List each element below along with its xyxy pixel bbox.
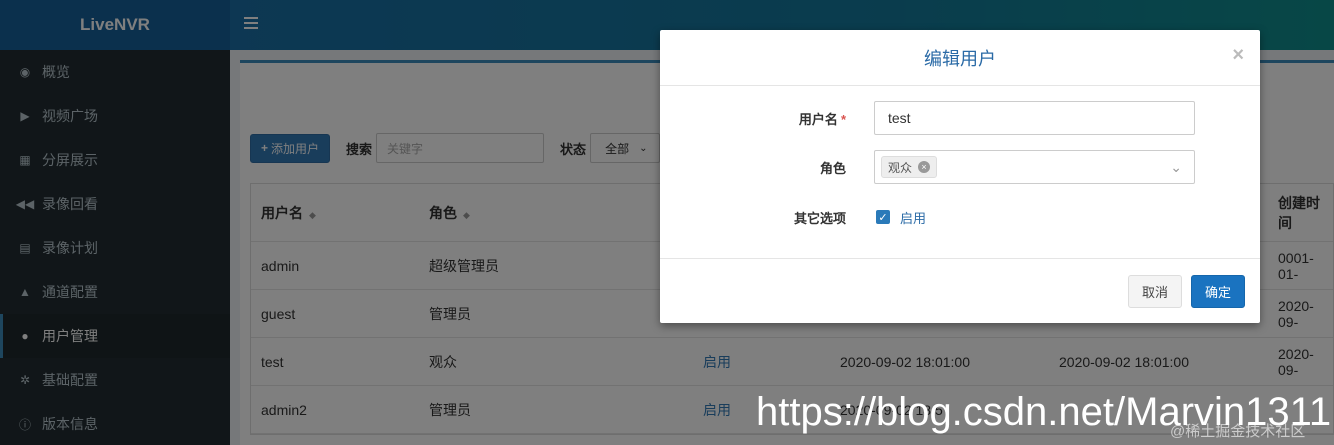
required-marker: *	[840, 111, 846, 127]
cancel-button[interactable]: 取消	[1128, 275, 1182, 308]
modal-footer: 取消 确定	[660, 258, 1260, 323]
enabled-checkbox[interactable]: ✓	[876, 210, 890, 224]
remove-tag-icon[interactable]: ×	[918, 161, 931, 173]
username-label: 用户名 *	[798, 111, 846, 127]
confirm-button[interactable]: 确定	[1191, 275, 1245, 308]
role-tag: 观众 ×	[881, 156, 938, 178]
role-row: 角色 观众 × ⌄	[660, 150, 1260, 184]
modal-title: 编辑用户	[924, 48, 996, 69]
options-row: 其它选项 ✓ 启用	[660, 200, 1260, 234]
role-label: 角色	[819, 160, 846, 176]
enabled-label[interactable]: 启用	[900, 208, 926, 227]
checkmark-icon: ✓	[878, 211, 888, 224]
chevron-down-icon: ⌄	[1170, 159, 1182, 175]
watermark-sub: @稀土掘金技术社区	[1170, 423, 1306, 440]
role-multiselect[interactable]: 观众 × ⌄	[874, 150, 1195, 184]
options-label: 其它选项	[793, 210, 846, 226]
username-field[interactable]: test	[874, 101, 1195, 135]
modal-header: 编辑用户 ×	[660, 30, 1260, 86]
username-row: 用户名 * test	[660, 101, 1260, 135]
close-icon[interactable]: ×	[1232, 44, 1244, 67]
edit-user-dialog: 编辑用户 × 用户名 * test 角色 观众 × ⌄ 其它选项 ✓ 启用 取消 确…	[660, 30, 1260, 323]
